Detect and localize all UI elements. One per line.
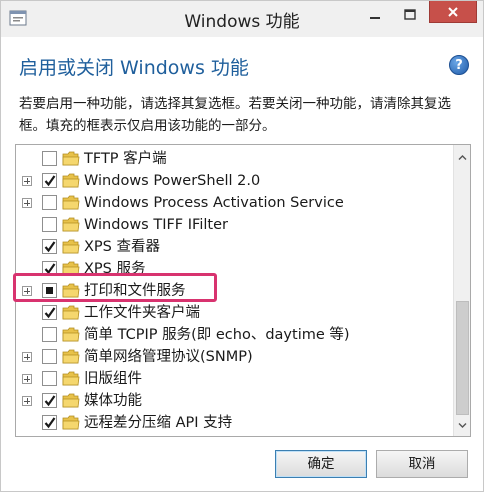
feature-label: 打印和文件服务 — [84, 283, 186, 299]
checkmark-icon — [44, 175, 56, 187]
feature-label: 远程差分压缩 API 支持 — [84, 415, 233, 431]
checkmark-icon — [44, 263, 56, 275]
feature-label: 简单网络管理协议(SNMP) — [84, 349, 253, 365]
partial-fill-icon — [46, 287, 53, 294]
folder-icon — [62, 195, 80, 210]
cancel-button[interactable]: 取消 — [376, 450, 468, 478]
feature-row[interactable]: 简单网络管理协议(SNMP) — [16, 346, 454, 368]
vertical-scrollbar[interactable] — [453, 145, 470, 436]
folder-icon — [62, 371, 80, 386]
feature-label: 媒体功能 — [84, 393, 142, 409]
dialog-description: 若要启用一种功能，请选择其复选框。若要关闭一种功能，请清除其复选框。填充的框表示… — [19, 96, 451, 134]
maximize-button[interactable] — [394, 1, 428, 31]
plus-expander-icon[interactable] — [22, 374, 32, 384]
dialog-heading: 启用或关闭 Windows 功能 — [19, 57, 249, 79]
plus-expander-icon[interactable] — [22, 176, 32, 186]
checkmark-icon — [44, 307, 56, 319]
folder-icon — [62, 327, 80, 342]
feature-label: XPS 查看器 — [84, 239, 160, 255]
feature-row[interactable]: XPS 服务 — [16, 258, 454, 280]
folder-icon — [62, 415, 80, 430]
folder-icon — [62, 173, 80, 188]
checkmark-icon — [44, 417, 56, 429]
feature-checkbox[interactable] — [42, 371, 57, 386]
folder-icon — [62, 393, 80, 408]
feature-row[interactable]: Windows Process Activation Service — [16, 192, 454, 214]
feature-label: Windows Process Activation Service — [84, 195, 344, 211]
feature-tree[interactable]: TFTP 客户端 Windows PowerShell 2.0 Windows Pr… — [15, 144, 471, 437]
ok-button[interactable]: 确定 — [275, 450, 367, 478]
feature-checkbox[interactable] — [42, 283, 57, 298]
feature-checkbox[interactable] — [42, 393, 57, 408]
feature-checkbox[interactable] — [42, 151, 57, 166]
folder-icon — [62, 305, 80, 320]
feature-row[interactable]: 远程差分压缩 API 支持 — [16, 412, 454, 434]
close-button[interactable] — [429, 1, 477, 23]
feature-row[interactable]: Windows TIFF IFilter — [16, 214, 454, 236]
feature-checkbox[interactable] — [42, 327, 57, 342]
feature-row[interactable]: 简单 TCPIP 服务(即 echo、daytime 等) — [16, 324, 454, 346]
scroll-down-icon[interactable] — [458, 421, 467, 430]
folder-icon — [62, 151, 80, 166]
feature-checkbox[interactable] — [42, 261, 57, 276]
minimize-button[interactable] — [359, 1, 393, 31]
feature-label: 旧版组件 — [84, 371, 142, 387]
plus-expander-icon[interactable] — [22, 198, 32, 208]
feature-label: TFTP 客户端 — [84, 151, 167, 167]
feature-label: XPS 服务 — [84, 261, 146, 277]
folder-icon — [62, 261, 80, 276]
folder-icon — [62, 283, 80, 298]
feature-row[interactable]: Windows PowerShell 2.0 — [16, 170, 454, 192]
feature-checkbox[interactable] — [42, 217, 57, 232]
maximize-icon — [404, 9, 416, 20]
checkmark-icon — [44, 241, 56, 253]
feature-checkbox[interactable] — [42, 415, 57, 430]
feature-label: Windows PowerShell 2.0 — [84, 173, 261, 189]
close-icon — [448, 7, 458, 17]
feature-checkbox[interactable] — [42, 239, 57, 254]
feature-row[interactable]: 工作文件夹客户端 — [16, 302, 454, 324]
feature-label: 简单 TCPIP 服务(即 echo、daytime 等) — [84, 327, 350, 343]
folder-icon — [62, 217, 80, 232]
title-bar[interactable]: Windows 功能 — [1, 1, 483, 37]
scroll-up-icon[interactable] — [458, 153, 467, 162]
feature-row[interactable]: 媒体功能 — [16, 390, 454, 412]
plus-expander-icon[interactable] — [22, 352, 32, 362]
help-icon[interactable]: ? — [449, 55, 469, 75]
scrollbar-thumb[interactable] — [456, 301, 469, 415]
plus-expander-icon[interactable] — [22, 286, 32, 296]
folder-icon — [62, 349, 80, 364]
feature-checkbox[interactable] — [42, 195, 57, 210]
feature-label: 工作文件夹客户端 — [84, 305, 200, 321]
feature-checkbox[interactable] — [42, 305, 57, 320]
feature-row[interactable]: 打印和文件服务 — [16, 280, 454, 302]
feature-row[interactable]: XPS 查看器 — [16, 236, 454, 258]
minimize-icon — [370, 17, 380, 19]
plus-expander-icon[interactable] — [22, 396, 32, 406]
feature-row[interactable]: 旧版组件 — [16, 368, 454, 390]
feature-checkbox[interactable] — [42, 349, 57, 364]
feature-label: Windows TIFF IFilter — [84, 217, 228, 233]
feature-checkbox[interactable] — [42, 173, 57, 188]
windows-features-dialog: Windows 功能 启用或关闭 Windows 功能 ? 若要启用一种功能，请… — [0, 0, 484, 492]
checkmark-icon — [44, 395, 56, 407]
feature-row[interactable]: TFTP 客户端 — [16, 148, 454, 170]
folder-icon — [62, 239, 80, 254]
